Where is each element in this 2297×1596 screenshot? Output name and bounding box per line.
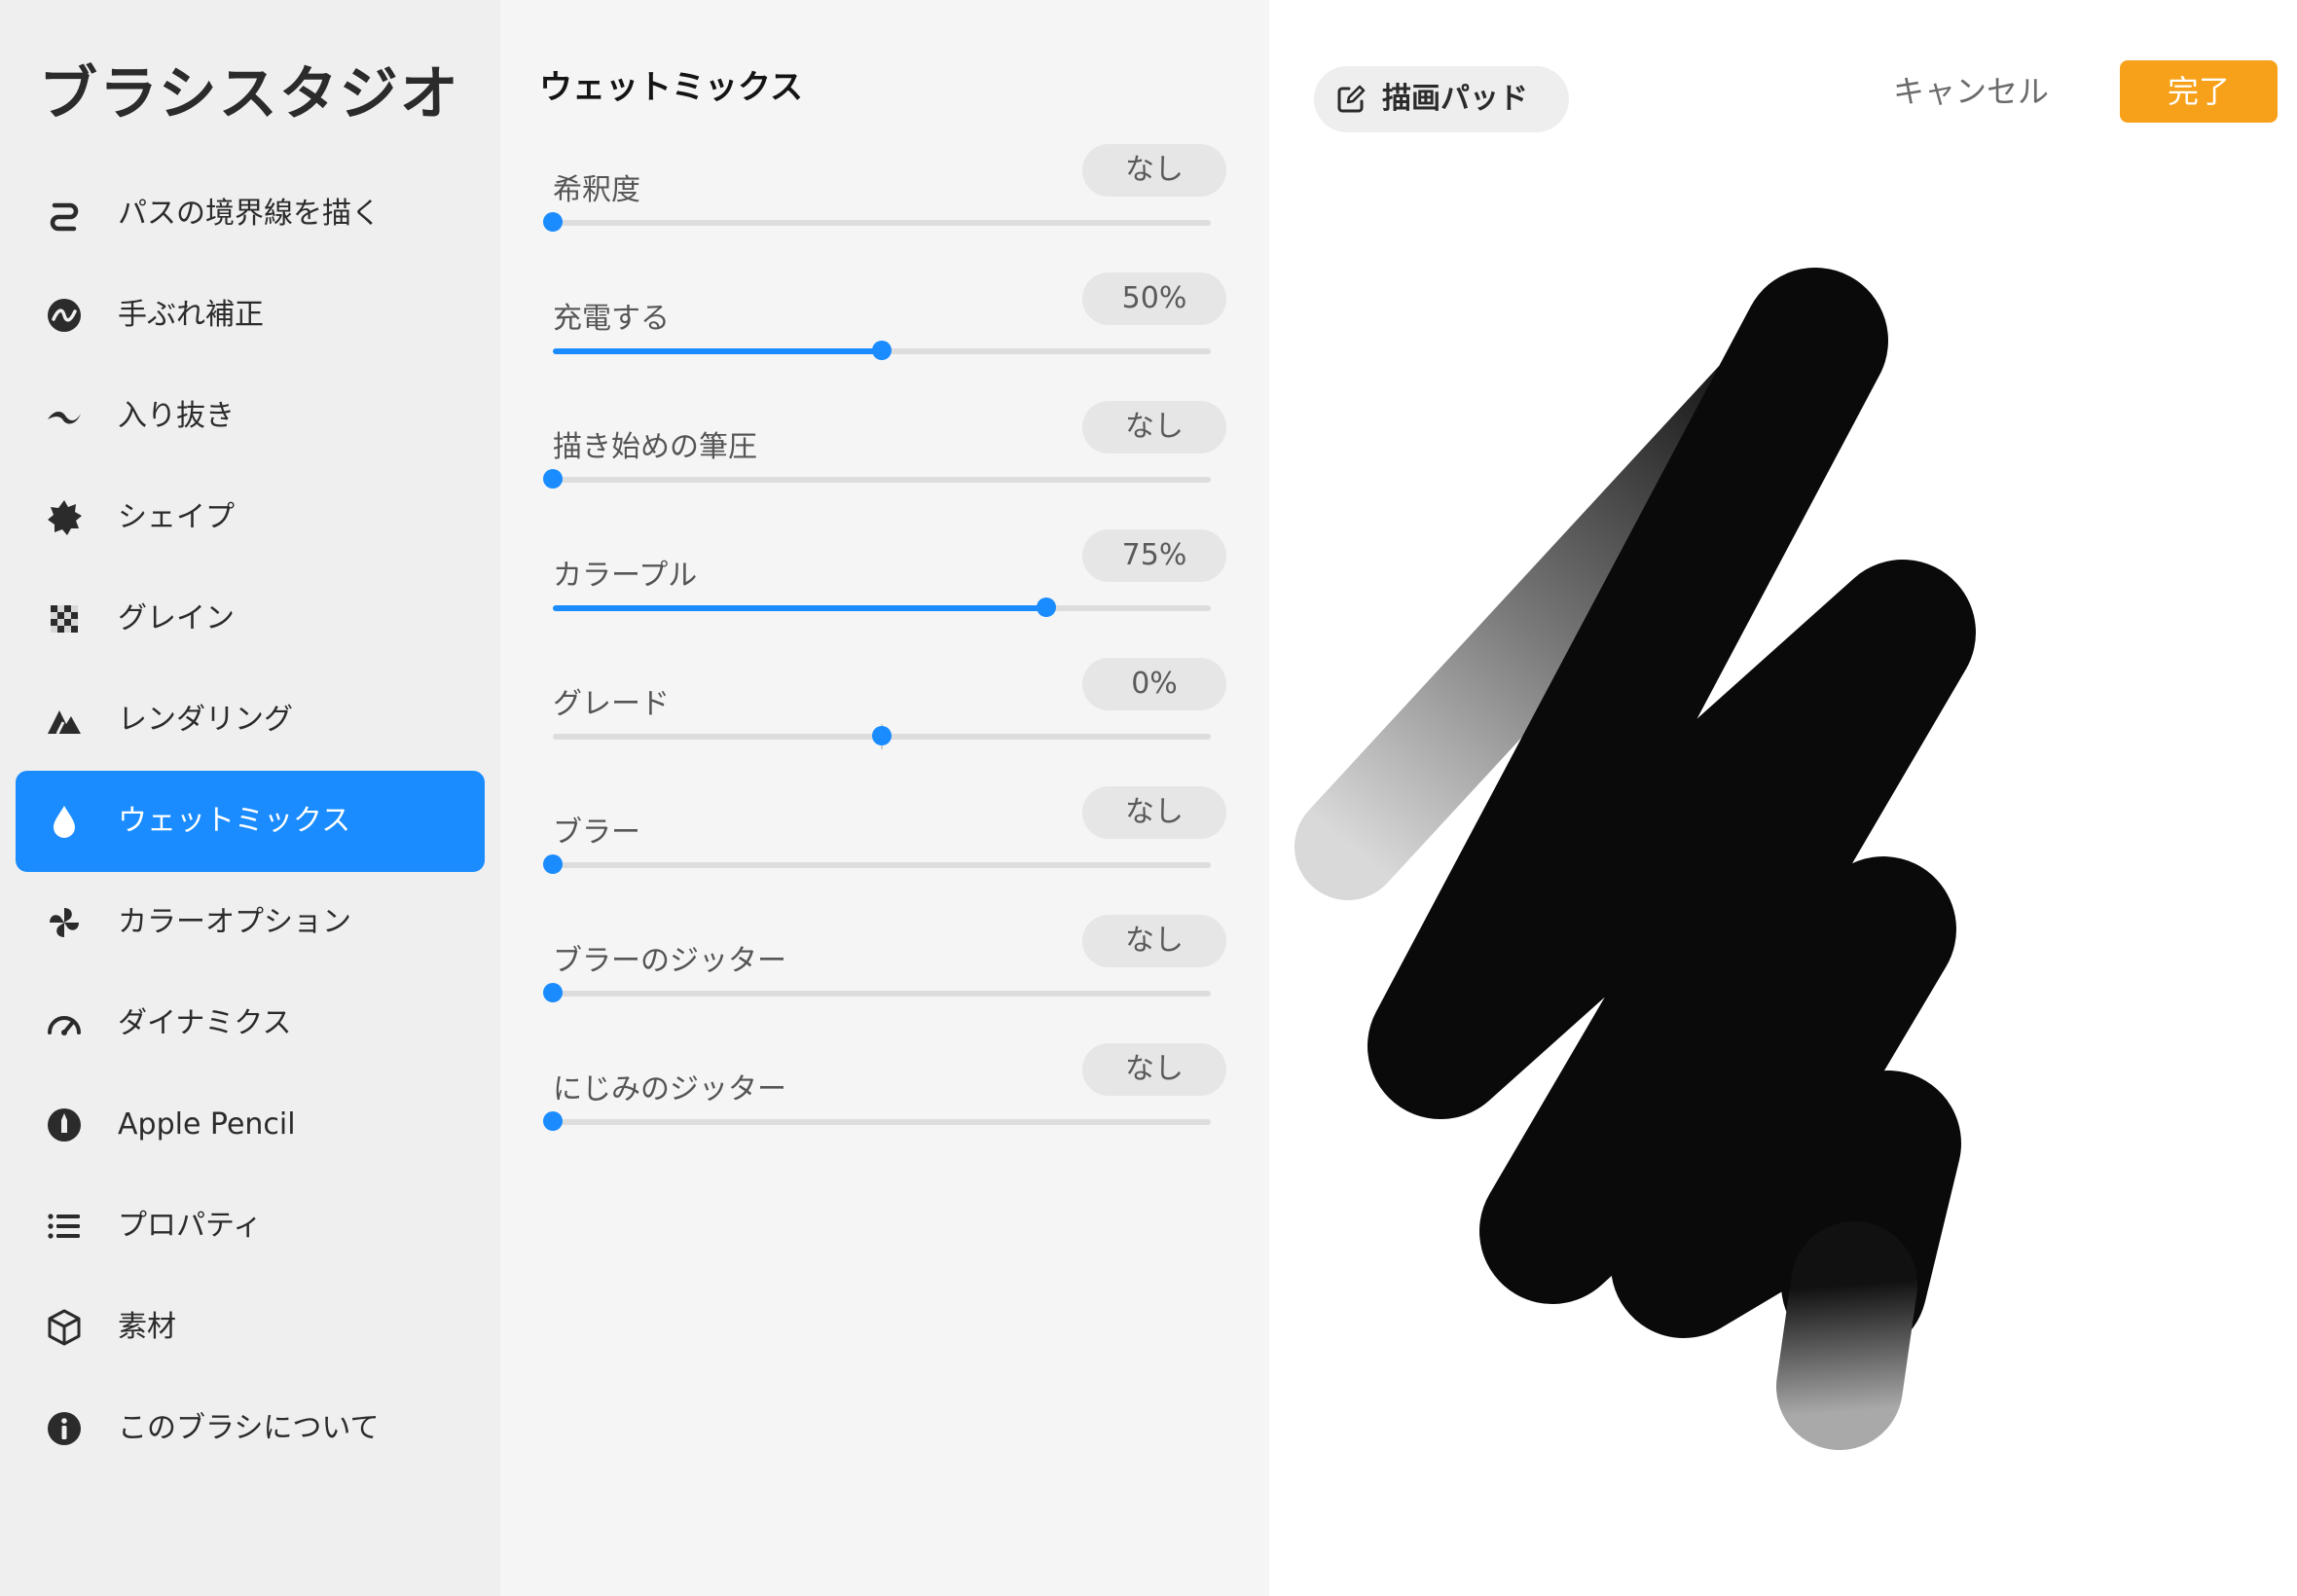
setting-value-badge[interactable]: 0%: [1082, 658, 1226, 710]
setting-attack: 描き始めの筆圧 なし: [500, 401, 1269, 529]
sidebar-item-taper[interactable]: 入り抜き: [16, 366, 485, 467]
sidebar-item-label: Apple Pencil: [118, 1107, 296, 1142]
attack-slider[interactable]: [543, 469, 1211, 489]
sidebar-item-stroke-path[interactable]: パスの境界線を描く: [16, 163, 485, 265]
pull-slider[interactable]: [553, 598, 1211, 617]
setting-blur-jitter: ブラーのジッター なし: [500, 915, 1269, 1043]
info-icon: [45, 1409, 84, 1448]
sidebar-item-about[interactable]: このブラシについて: [16, 1378, 485, 1479]
done-button[interactable]: 完了: [2120, 60, 2278, 123]
sidebar-item-label: ダイナミクス: [118, 1006, 292, 1040]
setting-label: グレード: [553, 687, 670, 721]
slider-knob[interactable]: [872, 726, 892, 745]
setting-label: カラープル: [553, 559, 698, 593]
slider-fill: [553, 605, 1046, 611]
rendering-icon: [45, 701, 84, 740]
pencil-icon: [45, 1106, 84, 1144]
cube-icon: [45, 1308, 84, 1347]
setting-label: 希釈度: [553, 173, 640, 207]
sidebar-item-label: カラーオプション: [118, 905, 351, 939]
sidebar-item-label: 入り抜き: [118, 399, 235, 433]
sidebar-item-label: レンダリング: [118, 703, 293, 737]
page-title: ブラシスタジオ: [39, 60, 460, 128]
setting-label: 充電する: [553, 302, 670, 336]
sidebar-item-shape[interactable]: シェイプ: [16, 467, 485, 568]
slider-knob[interactable]: [543, 212, 563, 232]
setting-value-badge[interactable]: 50%: [1082, 272, 1226, 325]
setting-value-badge[interactable]: 75%: [1082, 529, 1226, 582]
stroke-path-icon: [45, 195, 84, 234]
slider-knob[interactable]: [543, 983, 563, 1002]
sidebar-item-label: 手ぶれ補正: [118, 298, 264, 332]
setting-value-badge[interactable]: なし: [1082, 915, 1226, 967]
sidebar-item-stabilization[interactable]: 手ぶれ補正: [16, 265, 485, 366]
sidebar-item-label: 素材: [118, 1310, 176, 1344]
cancel-button[interactable]: キャンセル: [1893, 62, 2049, 121]
edit-icon: [1335, 84, 1367, 115]
sidebar-item-label: プロパティ: [118, 1209, 263, 1243]
sidebar-item-material[interactable]: 素材: [16, 1277, 485, 1378]
setting-grade: グレード 0%: [500, 658, 1269, 786]
sidebar-item-label: シェイプ: [118, 500, 235, 534]
setting-pull: カラープル 75%: [500, 529, 1269, 658]
blur-jitter-slider[interactable]: [543, 983, 1211, 1002]
setting-blur: ブラー なし: [500, 786, 1269, 915]
setting-label: ブラー: [553, 816, 640, 850]
sidebar: ブラシスタジオ パスの境界線を描く 手ぶれ補正 入り抜き シェイプ グレイン レ…: [0, 0, 500, 1596]
taper-icon: [45, 397, 84, 436]
sidebar-item-apple-pencil[interactable]: Apple Pencil: [16, 1074, 485, 1176]
slider-knob[interactable]: [872, 341, 892, 360]
speedometer-icon: [45, 1004, 84, 1043]
droplet-icon: [45, 802, 84, 841]
list-icon: [45, 1207, 84, 1246]
sidebar-item-label: このブラシについて: [118, 1411, 380, 1445]
sidebar-item-rendering[interactable]: レンダリング: [16, 670, 485, 771]
slider-knob[interactable]: [543, 854, 563, 874]
brush-stroke-preview[interactable]: [1269, 156, 2297, 1596]
slider-fill: [553, 348, 882, 354]
slider-knob[interactable]: [543, 469, 563, 489]
setting-value-badge[interactable]: なし: [1082, 144, 1226, 197]
sidebar-item-color-options[interactable]: カラーオプション: [16, 872, 485, 973]
sidebar-item-wet-mix[interactable]: ウェットミックス: [16, 771, 485, 872]
slider-knob[interactable]: [1037, 598, 1056, 617]
sidebar-item-grain[interactable]: グレイン: [16, 568, 485, 670]
sidebar-item-properties[interactable]: プロパティ: [16, 1176, 485, 1277]
slider-knob[interactable]: [543, 1111, 563, 1131]
setting-dilution: 希釈度 なし: [500, 144, 1269, 272]
section-title: ウェットミックス: [539, 68, 803, 107]
drawing-pad-button[interactable]: 描画パッド: [1314, 66, 1569, 132]
setting-value-badge[interactable]: なし: [1082, 401, 1226, 453]
sidebar-item-label: パスの境界線を描く: [118, 197, 381, 231]
settings-panel: ウェットミックス 希釈度 なし 充電する 50% 描き始めの筆圧 なし カラープ…: [500, 0, 1269, 1596]
setting-label: ブラーのジッター: [553, 944, 786, 978]
drawing-pad-label: 描画パッド: [1382, 82, 1528, 116]
shape-icon: [45, 498, 84, 537]
sidebar-item-label: グレイン: [118, 601, 235, 635]
setting-value-badge[interactable]: なし: [1082, 1043, 1226, 1096]
setting-label: 描き始めの筆圧: [553, 430, 757, 464]
charge-slider[interactable]: [553, 341, 1211, 360]
wetness-jitter-slider[interactable]: [543, 1111, 1211, 1131]
setting-wetness-jitter: にじみのジッター なし: [500, 1043, 1269, 1172]
sidebar-item-label: ウェットミックス: [118, 804, 351, 838]
dilution-slider[interactable]: [543, 212, 1211, 232]
sidebar-item-dynamics[interactable]: ダイナミクス: [16, 973, 485, 1074]
setting-value-badge[interactable]: なし: [1082, 786, 1226, 839]
setting-charge: 充電する 50%: [500, 272, 1269, 401]
grade-slider[interactable]: [553, 724, 1211, 749]
grain-icon: [45, 599, 84, 638]
setting-label: にじみのジッター: [553, 1072, 786, 1106]
stabilization-icon: [45, 296, 84, 335]
pinwheel-icon: [45, 903, 84, 942]
blur-slider[interactable]: [543, 854, 1211, 874]
